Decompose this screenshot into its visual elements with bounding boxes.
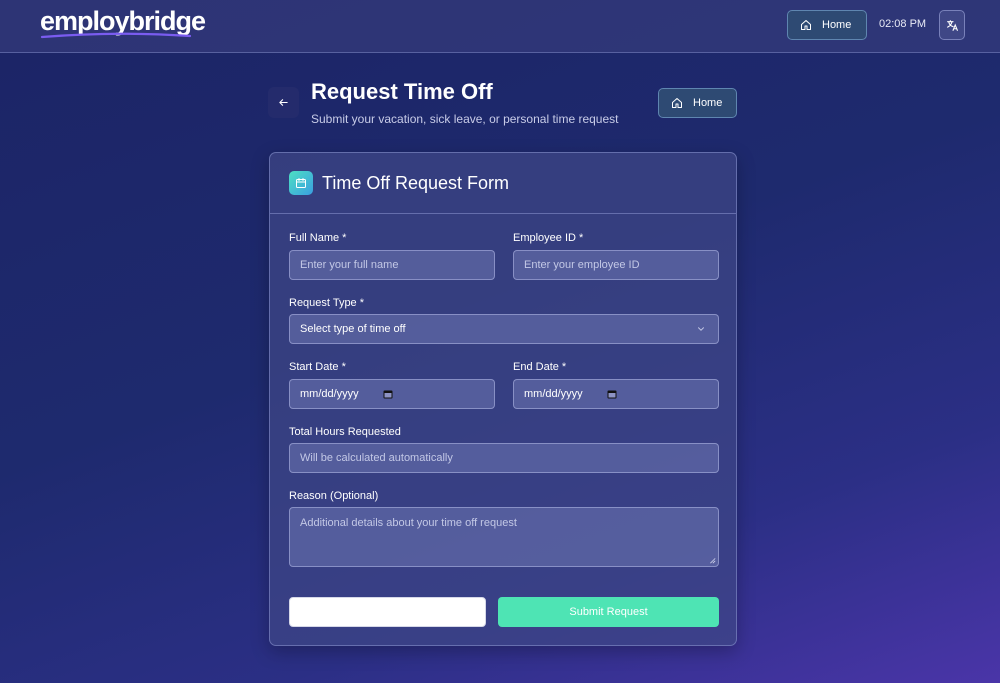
calendar-picker-icon[interactable] <box>606 388 618 400</box>
resize-handle-icon[interactable] <box>708 556 716 564</box>
home-icon <box>801 20 811 30</box>
request-type-select[interactable]: Select type of time off <box>289 314 719 344</box>
current-time: 02:08 PM <box>879 18 927 30</box>
reason-placeholder: Additional details about your time off r… <box>300 517 517 529</box>
page-title: Request Time Off <box>311 79 493 104</box>
header-home-label: Home <box>693 97 723 109</box>
form-title: Time Off Request Form <box>322 173 510 193</box>
start-date-input[interactable]: mm/dd/yyyy <box>289 379 495 409</box>
request-type-label: Request Type * <box>289 297 365 309</box>
submit-request-button[interactable]: Submit Request <box>498 597 719 627</box>
back-button[interactable] <box>268 87 299 118</box>
start-date-value: mm/dd/yyyy <box>300 388 359 400</box>
employee-id-label: Employee ID * <box>513 232 584 244</box>
cancel-button[interactable] <box>289 597 486 627</box>
top-home-button[interactable]: Home <box>787 10 867 40</box>
end-date-input[interactable]: mm/dd/yyyy <box>513 379 719 409</box>
end-date-value: mm/dd/yyyy <box>524 388 583 400</box>
reason-label: Reason (Optional) <box>289 490 379 502</box>
arrow-left-icon <box>279 99 288 106</box>
end-date-label: End Date * <box>513 361 567 373</box>
time-off-form-card: Time Off Request Form Full Name * Enter … <box>269 152 737 646</box>
full-name-input[interactable]: Enter your full name <box>289 250 495 280</box>
chevron-down-icon <box>698 327 704 331</box>
reason-textarea[interactable]: Additional details about your time off r… <box>289 507 719 567</box>
top-home-label: Home <box>822 19 852 31</box>
calendar-icon <box>296 178 306 188</box>
start-date-label: Start Date * <box>289 361 346 373</box>
page-subtitle: Submit your vacation, sick leave, or per… <box>311 112 619 126</box>
translate-icon <box>946 19 958 31</box>
total-hours-label: Total Hours Requested <box>289 426 401 438</box>
request-type-value: Select type of time off <box>300 323 406 335</box>
home-icon <box>672 98 682 108</box>
total-hours-input: Will be calculated automatically <box>289 443 719 473</box>
top-bar: employbridge Home 02:08 PM <box>0 0 1000 53</box>
calendar-picker-icon[interactable] <box>382 388 394 400</box>
logo-swoosh <box>40 32 192 39</box>
calendar-badge <box>289 171 313 195</box>
form-card-header: Time Off Request Form <box>270 153 736 214</box>
header-home-button[interactable]: Home <box>658 88 737 118</box>
language-button[interactable] <box>939 10 965 40</box>
employee-id-input[interactable]: Enter your employee ID <box>513 250 719 280</box>
full-name-label: Full Name * <box>289 232 347 244</box>
